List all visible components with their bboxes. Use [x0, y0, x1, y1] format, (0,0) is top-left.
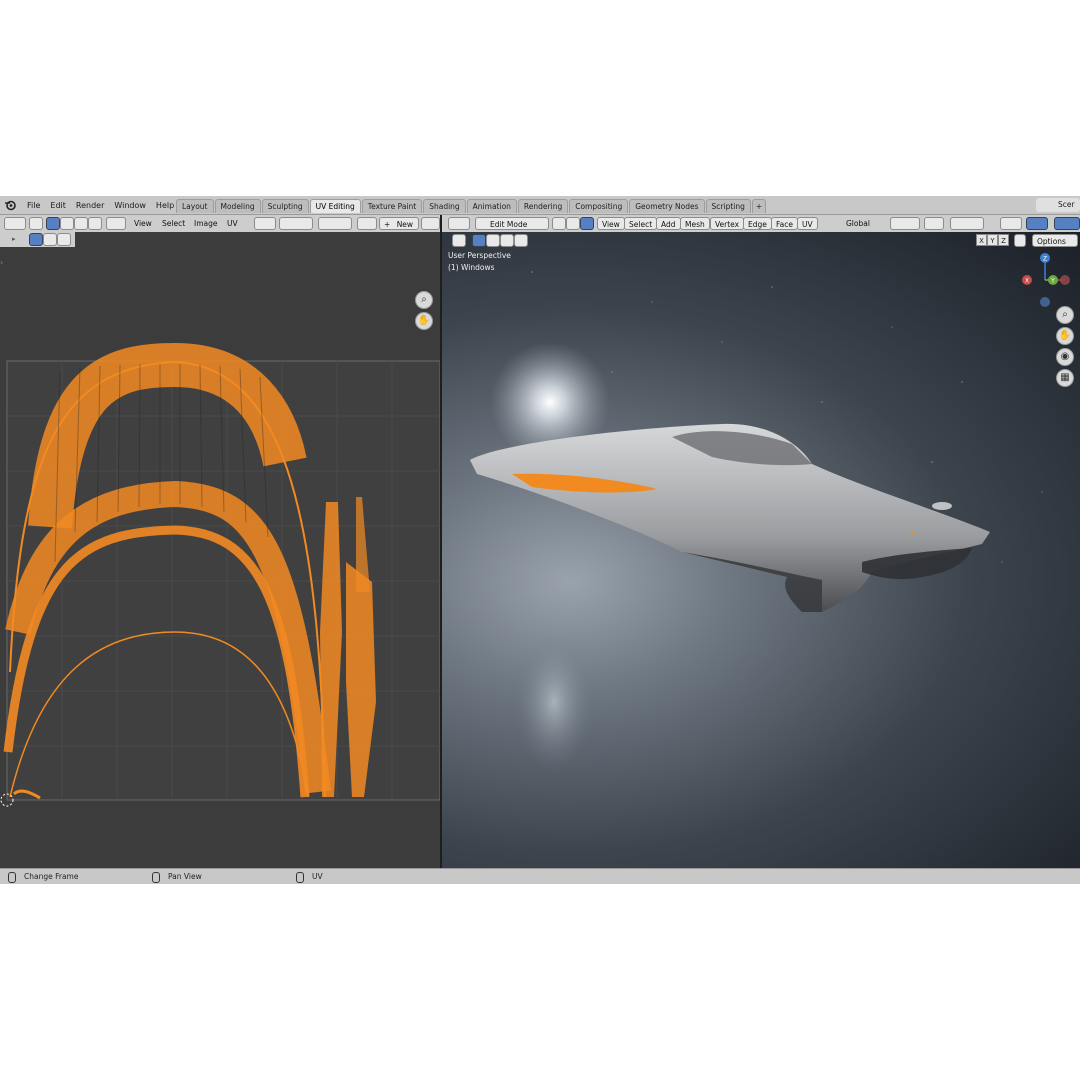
status-bar: Change Frame Pan View UV — [0, 868, 1080, 884]
vp-menu-face[interactable]: Face — [771, 217, 798, 230]
image-browse-icon[interactable] — [357, 217, 377, 230]
mouse-left-icon — [8, 871, 16, 883]
snap-icon[interactable] — [279, 217, 313, 230]
menu-window[interactable]: Window — [109, 201, 151, 210]
gizmo-y-label: Y — [1050, 278, 1055, 285]
uv-menu-uv[interactable]: UV — [227, 217, 238, 230]
add-workspace-button[interactable]: + — [751, 199, 767, 213]
vertex-mode-icon[interactable] — [552, 217, 566, 230]
menu-edit[interactable]: Edit — [45, 201, 71, 210]
pivot-point-icon[interactable] — [890, 217, 920, 230]
proportional-edit-icon[interactable] — [318, 217, 352, 230]
menu-file[interactable]: File — [22, 201, 45, 210]
open-image-icon[interactable] — [421, 217, 440, 230]
tab-uv-editing[interactable]: UV Editing — [309, 199, 361, 213]
viewport-editor-type-icon[interactable] — [448, 217, 470, 230]
face-select-icon[interactable] — [74, 217, 88, 230]
mouse-middle-icon — [152, 871, 160, 883]
mode-selector[interactable]: Edit Mode — [475, 217, 549, 230]
3d-viewport[interactable]: X Y Z Options User Perspective (1) Windo… — [442, 232, 1080, 868]
tab-rendering[interactable]: Rendering — [517, 199, 569, 213]
menu-help[interactable]: Help — [151, 201, 179, 210]
navigation-gizmo[interactable]: Z X Y — [1017, 250, 1077, 310]
status-pan-view-label: Pan View — [168, 872, 202, 881]
new-image-button[interactable]: + New — [379, 217, 419, 230]
new-button-label: New — [396, 220, 414, 229]
status-uv-label: UV — [312, 872, 323, 881]
mode-label: Edit Mode — [490, 220, 528, 229]
spaceship-model — [470, 423, 990, 612]
workspace-tabs: Layout Modeling Sculpting UV Editing Tex… — [176, 199, 767, 213]
vp-zoom-icon[interactable]: ⌕ — [1056, 306, 1074, 324]
tab-animation[interactable]: Animation — [466, 199, 517, 213]
perspective-toggle-icon[interactable]: ▦ — [1056, 369, 1074, 387]
status-change-frame-label: Change Frame — [24, 872, 79, 881]
camera-view-icon[interactable]: ◉ — [1056, 348, 1074, 366]
tab-compositing[interactable]: Compositing — [569, 199, 629, 213]
gizmo-x-label: X — [1025, 278, 1029, 285]
tab-shading[interactable]: Shading — [423, 199, 466, 213]
edge-mode-icon[interactable] — [566, 217, 580, 230]
orientation-selector[interactable]: Global — [832, 217, 870, 230]
uv-layout — [0, 342, 440, 807]
vp-menu-mesh[interactable]: Mesh — [680, 217, 710, 230]
tab-texture-paint[interactable]: Texture Paint — [361, 199, 423, 213]
sticky-select-icon[interactable] — [106, 217, 126, 230]
light-reflection — [514, 632, 594, 772]
gizmo-z-label: Z — [1043, 256, 1047, 263]
tab-modeling[interactable]: Modeling — [214, 199, 261, 213]
new-plus-icon: + — [384, 220, 391, 229]
scene-selector[interactable]: Scer — [1036, 198, 1080, 212]
tab-scripting[interactable]: Scripting — [705, 199, 751, 213]
vp-menu-uv[interactable]: UV — [797, 217, 818, 230]
pivot-icon[interactable] — [254, 217, 276, 230]
vp-menu-edge[interactable]: Edge — [743, 217, 772, 230]
status-pan-view: Pan View — [152, 869, 202, 884]
mouse-right-icon — [296, 871, 304, 883]
blender-logo-icon[interactable] — [4, 199, 16, 211]
status-change-frame: Change Frame — [8, 869, 78, 884]
uv-menu-view[interactable]: View — [134, 217, 152, 230]
proportional-icon[interactable] — [950, 217, 984, 230]
main-menu: File Edit Render Window Help — [22, 196, 179, 214]
visibility-icon[interactable] — [1000, 217, 1022, 230]
tab-geometry-nodes[interactable]: Geometry Nodes — [629, 199, 705, 213]
blender-window: File Edit Render Window Help Layout Mode… — [0, 196, 1080, 884]
uv-menu-select[interactable]: Select — [162, 217, 185, 230]
viewport-header: Edit Mode View Select Add Mesh Vertex Ed… — [442, 215, 1080, 232]
uv-editor-header: View Select Image UV + New — [0, 215, 440, 232]
vp-menu-view[interactable]: View — [597, 217, 625, 230]
tab-layout[interactable]: Layout — [176, 199, 214, 213]
uv-menu-image[interactable]: Image — [194, 217, 218, 230]
vp-menu-add[interactable]: Add — [656, 217, 681, 230]
orientation-label: Global — [846, 219, 870, 228]
top-bar: File Edit Render Window Help Layout Mode… — [0, 196, 1080, 215]
status-uv: UV — [296, 869, 323, 884]
edge-select-icon[interactable] — [60, 217, 74, 230]
uv-sync-icon[interactable] — [29, 217, 43, 230]
editor-type-icon[interactable] — [4, 217, 26, 230]
menu-render[interactable]: Render — [71, 201, 109, 210]
gizmo-neg-z-icon[interactable] — [1040, 297, 1050, 307]
island-select-icon[interactable] — [88, 217, 102, 230]
uv-editor-canvas[interactable]: ▸ › ⌕ ✋ — [0, 232, 440, 868]
tab-sculpting[interactable]: Sculpting — [261, 199, 309, 213]
vertex-select-icon[interactable] — [46, 217, 60, 230]
face-mode-icon[interactable] — [580, 217, 594, 230]
gizmo-icon[interactable] — [1026, 217, 1048, 230]
overlay-icon[interactable] — [1054, 217, 1080, 230]
scene-render — [470, 271, 1043, 772]
vp-pan-hand-icon[interactable]: ✋ — [1056, 327, 1074, 345]
gizmo-neg-x-icon[interactable] — [1060, 275, 1070, 285]
vp-menu-select[interactable]: Select — [624, 217, 658, 230]
snap-toggle-icon[interactable] — [924, 217, 944, 230]
scene-label: Scer — [1058, 200, 1075, 209]
vp-menu-vertex[interactable]: Vertex — [710, 217, 745, 230]
